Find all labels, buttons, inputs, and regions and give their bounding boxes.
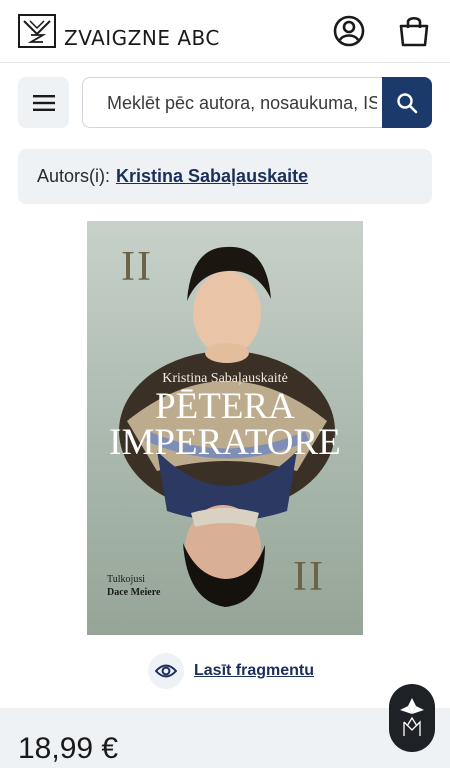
translator-name: Dace Meiere [107, 587, 161, 598]
diamond-emblem-icon [400, 698, 424, 736]
shopping-bag-icon[interactable] [397, 14, 431, 48]
search-field [82, 77, 383, 129]
search-icon [397, 92, 418, 113]
site-header: ZVAIGZNE ABC [0, 0, 450, 63]
author-bar: Autors(i): Kristina Sabaļauskaite [18, 149, 432, 204]
product-price: 18,99 € [18, 732, 119, 765]
cover-title-line1: PĒTERA [155, 386, 295, 427]
logo-mark-icon [18, 14, 56, 48]
author-prefix: Autors(i): [37, 166, 111, 186]
search-button[interactable] [382, 77, 432, 128]
cover-author: Kristina Sabaļauskaitė [162, 371, 288, 386]
author-link[interactable]: Kristina Sabaļauskaite [116, 166, 308, 187]
floating-badge[interactable] [389, 684, 435, 752]
cover-title-line2: IMPERATORE [109, 422, 341, 463]
cover-volume-top: II [121, 244, 153, 290]
site-logo[interactable]: ZVAIGZNE ABC [18, 12, 220, 50]
read-fragment[interactable]: Lasīt fragmentu [148, 653, 314, 689]
hamburger-menu-icon[interactable] [18, 77, 69, 128]
eye-icon[interactable] [148, 653, 184, 689]
logo-text: ZVAIGZNE ABC [64, 26, 220, 50]
read-fragment-link[interactable]: Lasīt fragmentu [194, 662, 314, 680]
cover-volume-bottom: II [293, 554, 325, 600]
user-circle-icon[interactable] [332, 14, 366, 48]
search-row [18, 77, 432, 129]
cover-translator: Tulkojusi Dace Meiere [107, 573, 160, 599]
search-input[interactable] [105, 78, 379, 129]
translator-label: Tulkojusi [107, 574, 145, 585]
book-cover-image[interactable]: II II Kristina Sabaļauskaitė PĒTERA IMPE… [87, 221, 363, 635]
price-bar: 18,99 € [0, 708, 450, 768]
